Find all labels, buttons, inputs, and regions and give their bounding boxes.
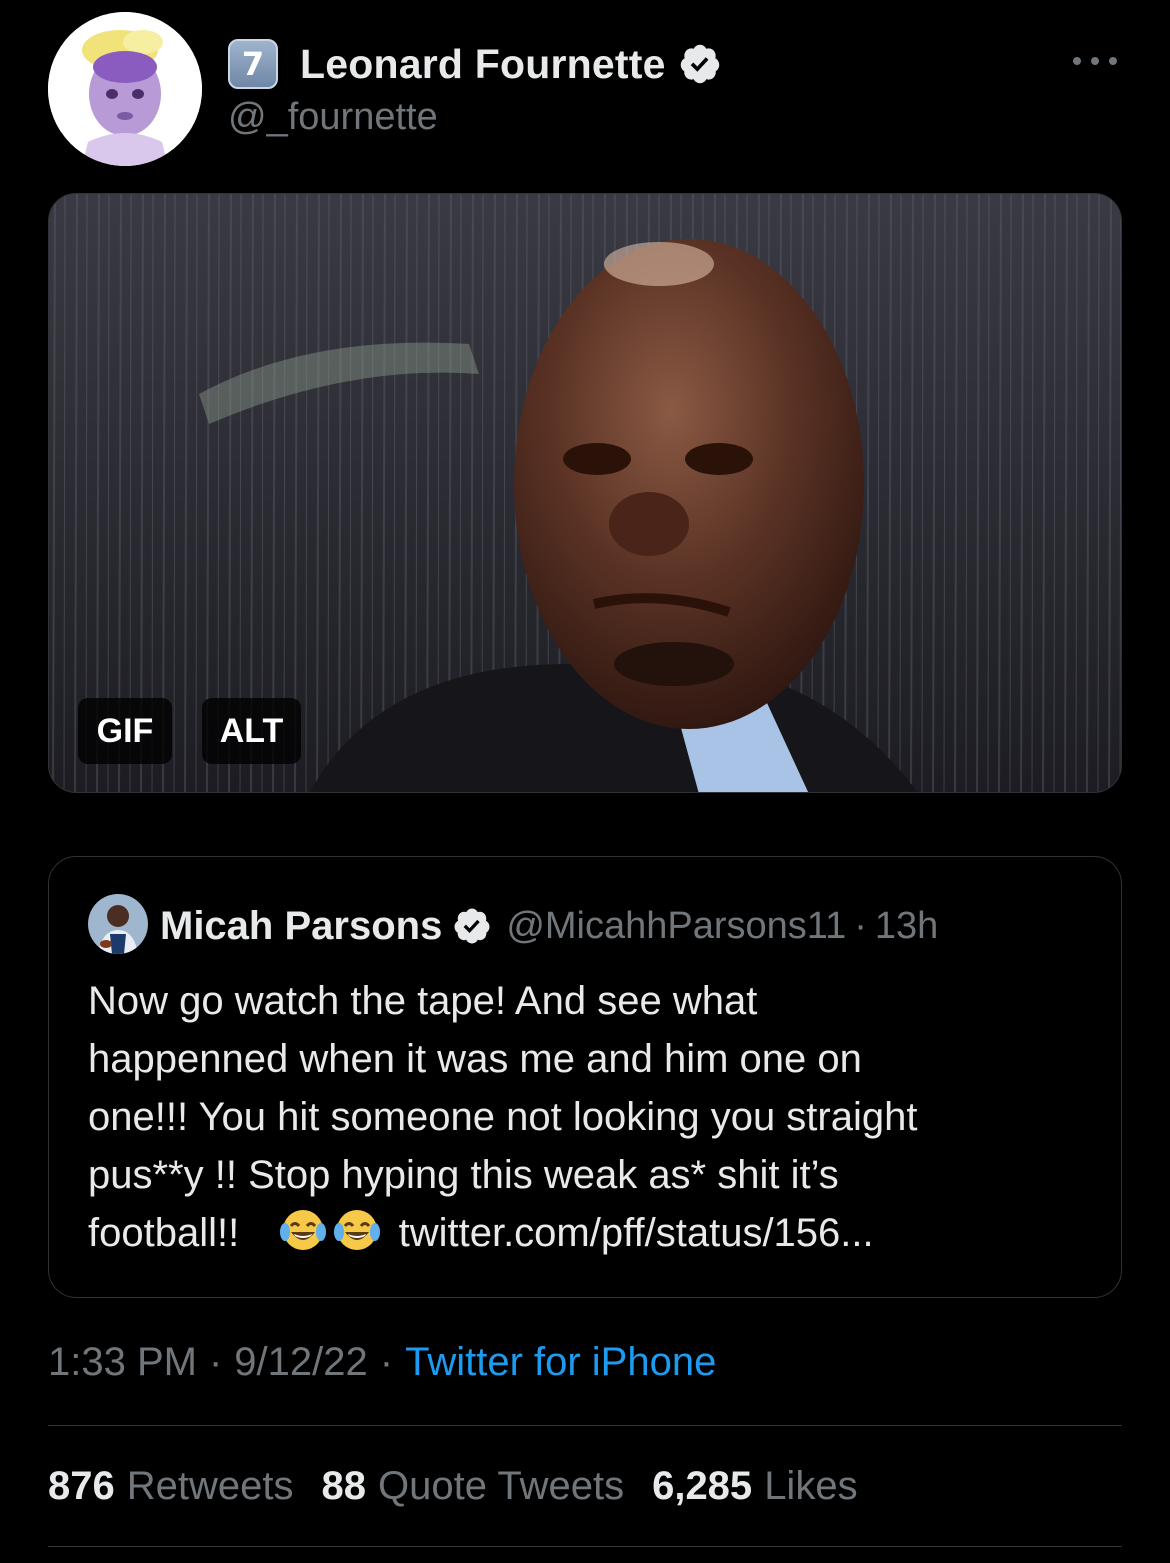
face-with-tears-of-joy-icon — [334, 1210, 381, 1250]
separator-dot: · — [379, 1339, 394, 1384]
verified-badge-icon — [680, 44, 719, 84]
divider — [48, 1546, 1122, 1547]
keycap-emoji-icon: 7 — [228, 39, 278, 89]
quoted-author-avatar[interactable] — [88, 894, 148, 954]
quoted-tweet-text: Now go watch the tape! And see what happ… — [88, 972, 1098, 1262]
author-name-row[interactable]: 7 Leonard Fournette — [228, 36, 722, 92]
face-with-tears-of-joy-icon — [280, 1210, 327, 1250]
likes-count: 6,285 — [652, 1463, 753, 1508]
dot — [1109, 57, 1117, 65]
retweets-label: Retweets — [126, 1463, 294, 1508]
author-handle[interactable]: @_fournette — [228, 96, 438, 139]
dot — [1073, 57, 1081, 65]
quoted-author-name[interactable]: Micah Parsons — [160, 904, 442, 949]
quoted-text-line: happenned when it was me and him one on — [88, 1037, 862, 1081]
quoted-text-line: pus**y !! Stop hyping this weak as* shit… — [88, 1153, 839, 1197]
quote-tweets-label: Quote Tweets — [378, 1463, 625, 1508]
tweet-source-link[interactable]: Twitter for iPhone — [405, 1340, 716, 1385]
verified-badge-icon — [454, 908, 490, 944]
likes-label: Likes — [764, 1463, 858, 1508]
divider — [48, 1425, 1122, 1426]
tweet-date[interactable]: 9/12/22 — [234, 1340, 367, 1385]
author-display-name[interactable]: Leonard Fournette — [300, 41, 666, 88]
separator-dot: · — [854, 904, 867, 947]
tweet-stats: 876 Retweets 88 Quote Tweets 6,285 Likes — [48, 1456, 886, 1516]
author-avatar[interactable] — [48, 12, 202, 166]
likes-stat[interactable]: 6,285 Likes — [652, 1464, 858, 1509]
quote-tweets-stat[interactable]: 88 Quote Tweets — [322, 1464, 625, 1509]
more-options-icon[interactable] — [1073, 54, 1117, 68]
quoted-text-line: Now go watch the tape! And see what — [88, 979, 758, 1023]
retweets-stat[interactable]: 876 Retweets — [48, 1464, 294, 1509]
quoted-author-handle[interactable]: @MicahhParsons11 — [506, 905, 846, 948]
quoted-text-prefix: football!! — [88, 1211, 240, 1255]
quoted-tweet-time[interactable]: 13h — [875, 905, 938, 948]
tweet-time[interactable]: 1:33 PM — [48, 1340, 197, 1385]
quoted-text-line-last: football!! twitter.com/pff/status/156... — [88, 1204, 1098, 1262]
dot — [1091, 57, 1099, 65]
quoted-tweet-header: Micah Parsons @MicahhParsons11 · 13h — [160, 898, 938, 954]
tweet-meta: 1:33 PM · 9/12/22 · Twitter for iPhone — [48, 1332, 716, 1392]
retweets-count: 876 — [48, 1463, 115, 1508]
quoted-text-line: one!!! You hit someone not looking you s… — [88, 1095, 918, 1139]
alt-text-button[interactable]: ALT — [202, 698, 301, 764]
gif-badge: GIF — [78, 698, 172, 764]
quoted-tweet-link[interactable]: twitter.com/pff/status/156... — [399, 1211, 874, 1255]
separator-dot: · — [208, 1339, 223, 1384]
quote-tweets-count: 88 — [321, 1463, 367, 1508]
